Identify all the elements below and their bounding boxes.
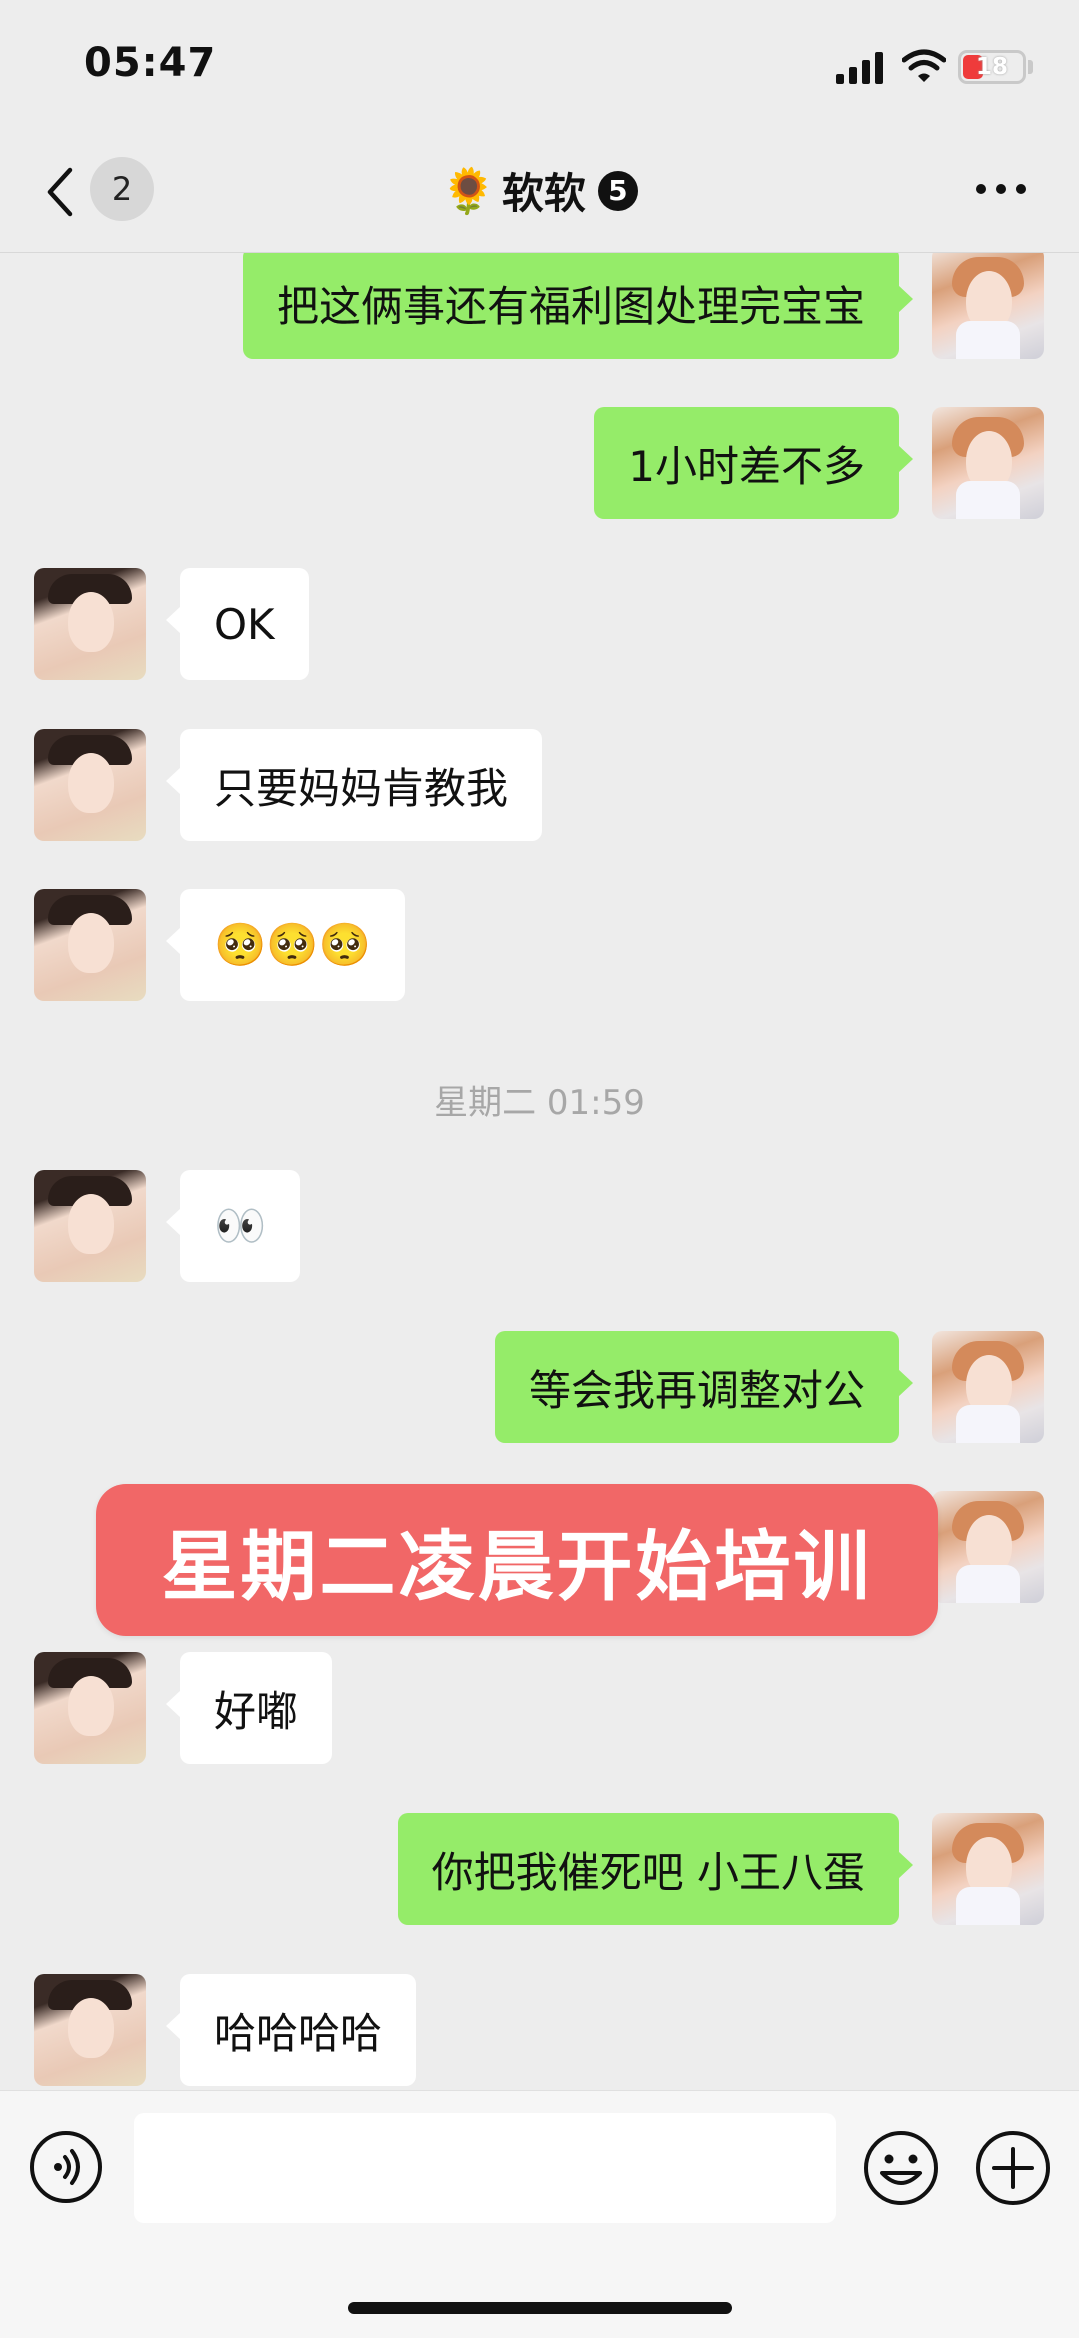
message-input[interactable] (134, 2113, 836, 2223)
battery-nub (1028, 60, 1033, 74)
ellipsis-icon[interactable] (974, 182, 1028, 196)
message-row: 你把我催死吧 小王八蛋 (0, 1813, 1079, 1925)
status-time: 05:47 (84, 40, 217, 86)
message-bubble-incoming[interactable]: OK (166, 568, 309, 680)
avatar[interactable] (932, 1491, 1044, 1603)
avatar[interactable] (932, 1331, 1044, 1443)
contact-name: 软软 (501, 169, 586, 218)
message-row: OK (0, 568, 1079, 680)
home-indicator[interactable] (348, 2302, 732, 2314)
battery-percent: 18 (975, 54, 1008, 80)
input-bar (0, 2090, 1079, 2338)
avatar[interactable] (34, 1974, 146, 2086)
avatar[interactable] (932, 407, 1044, 519)
message-bubble-incoming[interactable]: 只要妈妈肯教我 (165, 729, 543, 841)
message-row: 🥺🥺🥺 (0, 889, 1079, 1001)
avatar[interactable] (34, 1170, 146, 1282)
smiley-icon[interactable] (862, 2129, 940, 2207)
message-row: 好嘟 (0, 1652, 1079, 1764)
overlay-caption-banner: 星期二凌晨开始培训 (96, 1484, 938, 1636)
chat-title[interactable]: 🌻 软软 5 (0, 160, 1079, 221)
voice-icon[interactable] (28, 2129, 104, 2205)
message-row: 1小时差不多 (0, 407, 1079, 519)
avatar[interactable] (34, 1652, 146, 1764)
avatar[interactable] (34, 568, 146, 680)
message-row: 把这俩事还有福利图处理完宝宝 (0, 253, 1079, 359)
avatar[interactable] (932, 253, 1044, 359)
message-bubble-outgoing[interactable]: 等会我再调整对公 (494, 1331, 914, 1443)
message-bubble-outgoing[interactable]: 把这俩事还有福利图处理完宝宝 (242, 253, 914, 359)
message-bubble-incoming[interactable]: 👀 (165, 1170, 301, 1282)
message-row: 等会我再调整对公 (0, 1331, 1079, 1443)
chat-header: 2 🌻 软软 5 (0, 130, 1079, 253)
message-row: 只要妈妈肯教我 (0, 729, 1079, 841)
avatar[interactable] (34, 729, 146, 841)
message-bubble-incoming[interactable]: 好嘟 (165, 1652, 333, 1764)
message-bubble-incoming[interactable]: 🥺🥺🥺 (166, 889, 405, 1001)
plus-circle-icon[interactable] (974, 2129, 1052, 2207)
title-badge: 5 (597, 170, 638, 211)
battery-icon: 18 (958, 50, 1026, 84)
message-row: 👀 (0, 1170, 1079, 1282)
cellular-signal-icon (836, 52, 883, 84)
status-bar: 05:47 18 (0, 0, 1079, 130)
message-row: 哈哈哈哈 (0, 1974, 1079, 2086)
wifi-icon (902, 49, 946, 82)
avatar[interactable] (932, 1813, 1044, 1925)
message-bubble-outgoing[interactable]: 1小时差不多 (594, 407, 913, 519)
avatar[interactable] (34, 889, 146, 1001)
message-bubble-outgoing[interactable]: 你把我催死吧 小王八蛋 (397, 1813, 914, 1925)
message-list[interactable]: 把这俩事还有福利图处理完宝宝 1小时差不多 OK 只要妈妈肯教我 🥺🥺🥺 星期二… (0, 253, 1079, 2090)
sunflower-icon: 🌻 (441, 165, 496, 217)
message-bubble-incoming[interactable]: 哈哈哈哈 (165, 1974, 417, 2086)
time-divider: 星期二 01:59 (434, 1083, 645, 1123)
